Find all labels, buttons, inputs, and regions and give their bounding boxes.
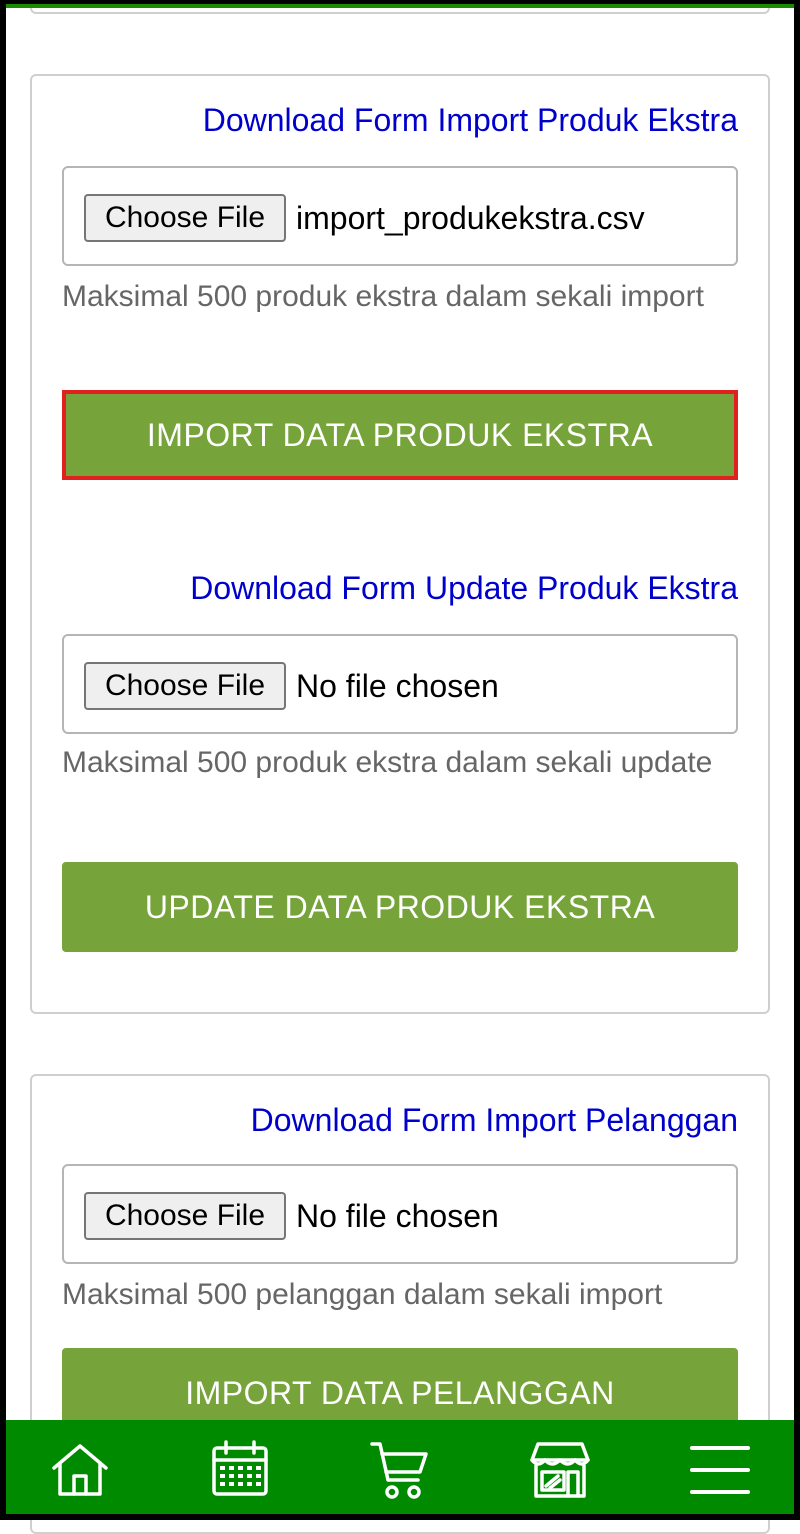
update-produk-ekstra-file-input[interactable]: Choose File No file chosen [62, 634, 738, 734]
produk-ekstra-card: Download Form Import Produk Ekstra Choos… [30, 74, 770, 1014]
import-pelanggan-hint: Maksimal 500 pelanggan dalam sekali impo… [62, 1278, 663, 1311]
import-pelanggan-file-input[interactable]: Choose File No file chosen [62, 1164, 738, 1264]
cart-icon[interactable] [360, 1420, 440, 1514]
choose-file-button[interactable]: Choose File [84, 662, 286, 710]
update-data-produk-ekstra-button[interactable]: UPDATE DATA PRODUK EKSTRA [62, 862, 738, 952]
menu-icon[interactable] [680, 1420, 760, 1514]
import-produk-ekstra-file-input[interactable]: Choose File import_produkekstra.csv [62, 166, 738, 266]
bottom-nav [6, 1420, 794, 1514]
update-produk-ekstra-hint: Maksimal 500 produk ekstra dalam sekali … [62, 746, 713, 779]
selected-file-name: No file chosen [296, 1198, 499, 1234]
download-import-produk-ekstra-link[interactable]: Download Form Import Produk Ekstra [203, 102, 738, 139]
selected-file-name: import_produkekstra.csv [296, 200, 645, 236]
choose-file-button[interactable]: Choose File [84, 1192, 286, 1240]
selected-file-name: No file chosen [296, 668, 499, 704]
import-data-produk-ekstra-button[interactable]: IMPORT DATA PRODUK EKSTRA [62, 390, 738, 480]
calendar-icon[interactable] [200, 1420, 280, 1514]
import-produk-ekstra-hint: Maksimal 500 produk ekstra dalam sekali … [62, 280, 704, 313]
home-icon[interactable] [40, 1420, 120, 1514]
top-accent-bar [6, 4, 794, 8]
download-update-produk-ekstra-link[interactable]: Download Form Update Produk Ekstra [190, 570, 738, 607]
choose-file-button[interactable]: Choose File [84, 194, 286, 242]
store-icon[interactable] [520, 1420, 600, 1514]
download-import-pelanggan-link[interactable]: Download Form Import Pelanggan [251, 1102, 738, 1139]
